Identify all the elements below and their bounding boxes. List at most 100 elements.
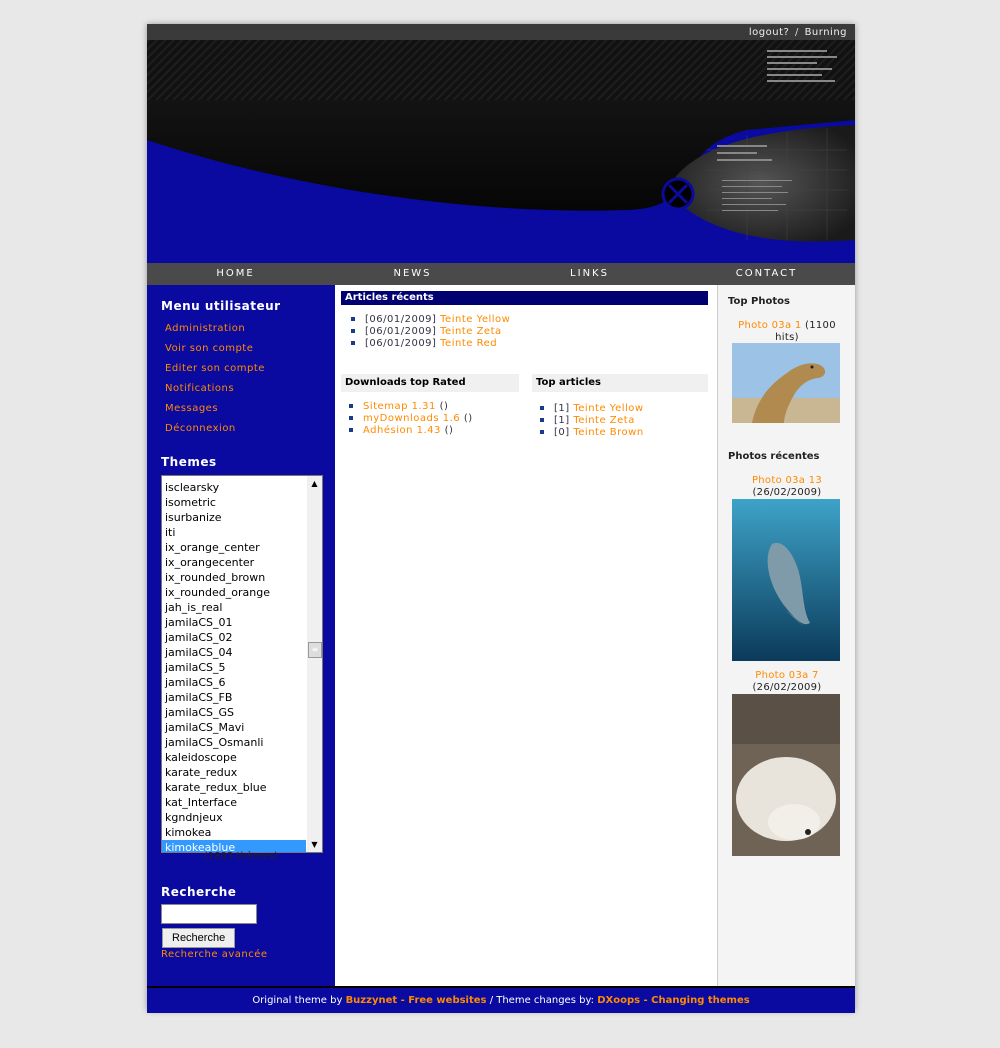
menu-administration[interactable]: Administration — [165, 323, 245, 334]
theme-option[interactable]: jamilaCS_01 — [162, 615, 306, 630]
recent-photo-caption: Photo 03a 7 (26/02/2009) — [726, 670, 848, 694]
article-date: [06/01/2009] — [365, 314, 437, 325]
footer-text-2: / Theme changes by: — [489, 995, 595, 1006]
photo-link[interactable]: Photo 03a 13 — [752, 475, 822, 486]
article-date: [06/01/2009] — [365, 326, 437, 337]
list-item: [06/01/2009] Teinte Red — [351, 338, 510, 350]
menu-logout[interactable]: Déconnexion — [165, 423, 236, 434]
menu-edit-account[interactable]: Editer son compte — [165, 363, 265, 374]
theme-option[interactable]: jamilaCS_02 — [162, 630, 306, 645]
menu-notifications[interactable]: Notifications — [165, 383, 234, 394]
advanced-search-link[interactable]: Recherche avancée — [161, 949, 268, 960]
list-item: [06/01/2009] Teinte Zeta — [351, 326, 510, 338]
scroll-up-arrow-icon[interactable]: ▲ — [307, 476, 322, 491]
download-link[interactable]: myDownloads 1.6 — [363, 413, 460, 424]
theme-option[interactable]: ix_rounded_orange — [162, 585, 306, 600]
download-link[interactable]: Sitemap 1.31 — [363, 401, 436, 412]
main-content: Articles récents [06/01/2009] Teinte Yel… — [335, 285, 718, 986]
theme-option[interactable]: kgndnjeux — [162, 810, 306, 825]
list-item: myDownloads 1.6 () — [349, 413, 473, 425]
user-menu: Administration Voir son compte Editer so… — [165, 321, 335, 434]
search-input[interactable] — [161, 904, 257, 924]
theme-option[interactable]: jamilaCS_6 — [162, 675, 306, 690]
article-link[interactable]: Teinte Yellow — [573, 403, 643, 414]
list-item: [0] Teinte Brown — [540, 427, 644, 439]
list-item: Adhésion 1.43 () — [349, 425, 473, 437]
article-link[interactable]: Teinte Brown — [573, 427, 643, 438]
camel-photo[interactable] — [732, 343, 840, 423]
downloads-top-list: Sitemap 1.31 () myDownloads 1.6 () Adhés… — [349, 401, 473, 437]
photo-meta: (26/02/2009) — [752, 682, 822, 693]
theme-option[interactable]: jamilaCS_Mavi — [162, 720, 306, 735]
theme-option[interactable]: jamilaCS_FB — [162, 690, 306, 705]
themes-list: isclearsky isometric isurbanize iti ix_o… — [162, 476, 306, 852]
recent-photo-caption: Photo 03a 13 (26/02/2009) — [726, 475, 848, 499]
footer: Original theme by Buzzynet - Free websit… — [147, 986, 855, 1013]
buzzynet-link[interactable]: Buzzynet - Free websites — [346, 995, 487, 1006]
header-banner — [147, 40, 855, 263]
nav-news[interactable]: NEWS — [324, 263, 501, 285]
photo-link[interactable]: Photo 03a 7 — [755, 670, 818, 681]
recent-articles-title: Articles récents — [341, 291, 708, 305]
scroll-thumb[interactable]: ≡ — [308, 642, 322, 658]
logout-link[interactable]: logout? — [749, 27, 789, 38]
theme-option[interactable]: isometric — [162, 495, 306, 510]
themes-scrollbar[interactable]: ▲ ≡ ▼ — [307, 476, 322, 852]
download-extra: () — [444, 425, 454, 436]
nav-links[interactable]: LINKS — [501, 263, 678, 285]
topbar-separator: / — [795, 27, 799, 38]
dolphin-photo[interactable] — [732, 499, 840, 661]
top-bar: logout? / Burning — [147, 24, 855, 40]
dxoops-link[interactable]: DXoops - Changing themes — [597, 995, 749, 1006]
article-link[interactable]: Teinte Zeta — [573, 415, 634, 426]
photo-link[interactable]: Photo 03a 1 — [738, 320, 801, 331]
menu-view-account[interactable]: Voir son compte — [165, 343, 253, 354]
page-container: logout? / Burning HOME NEWS LINKS CONTAC… — [147, 24, 855, 1013]
search-button[interactable]: Recherche — [162, 928, 236, 948]
list-item: Sitemap 1.31 () — [349, 401, 473, 413]
theme-option[interactable]: jamilaCS_5 — [162, 660, 306, 675]
footer-text-1: Original theme by — [252, 995, 343, 1006]
nav-contact[interactable]: CONTACT — [678, 263, 855, 285]
article-count: [1] — [554, 403, 570, 414]
top-articles-list: [1] Teinte Yellow [1] Teinte Zeta [0] Te… — [540, 403, 644, 439]
theme-option[interactable]: karate_redux_blue — [162, 780, 306, 795]
right-sidebar: Top Photos Photo 03a 1 (1100 hits) Photo… — [718, 285, 855, 986]
themes-title: Themes — [161, 455, 217, 469]
username-link[interactable]: Burning — [805, 27, 847, 38]
theme-option[interactable]: ix_orange_center — [162, 540, 306, 555]
article-link[interactable]: Teinte Red — [440, 338, 497, 349]
download-link[interactable]: Adhésion 1.43 — [363, 425, 441, 436]
theme-option[interactable]: kimokea — [162, 825, 306, 840]
article-link[interactable]: Teinte Zeta — [440, 326, 501, 337]
theme-option[interactable]: isclearsky — [162, 480, 306, 495]
theme-option[interactable]: ix_orangecenter — [162, 555, 306, 570]
themes-count: (1893 thèmes) — [204, 851, 278, 862]
article-link[interactable]: Teinte Yellow — [440, 314, 510, 325]
theme-option[interactable]: karate_redux — [162, 765, 306, 780]
theme-option[interactable]: ix_rounded_brown — [162, 570, 306, 585]
download-extra: () — [439, 401, 449, 412]
article-count: [1] — [554, 415, 570, 426]
theme-option[interactable]: isurbanize — [162, 510, 306, 525]
article-count: [0] — [554, 427, 570, 438]
main-nav: HOME NEWS LINKS CONTACT — [147, 263, 855, 285]
polar-bear-photo[interactable] — [732, 694, 840, 856]
theme-option[interactable]: jamilaCS_04 — [162, 645, 306, 660]
nav-home[interactable]: HOME — [147, 263, 324, 285]
top-photo-caption: Photo 03a 1 (1100 hits) — [726, 320, 848, 344]
download-extra: () — [463, 413, 473, 424]
theme-option[interactable]: jah_is_real — [162, 600, 306, 615]
scroll-down-arrow-icon[interactable]: ▼ — [307, 837, 322, 852]
top-articles-title: Top articles — [532, 374, 708, 392]
user-menu-title: Menu utilisateur — [161, 299, 281, 313]
menu-messages[interactable]: Messages — [165, 403, 218, 414]
theme-option[interactable]: iti — [162, 525, 306, 540]
theme-option[interactable]: kaleidoscope — [162, 750, 306, 765]
downloads-top-title: Downloads top Rated — [341, 374, 519, 392]
search-title: Recherche — [161, 885, 237, 899]
themes-listbox[interactable]: isclearsky isometric isurbanize iti ix_o… — [161, 475, 323, 853]
theme-option[interactable]: jamilaCS_GS — [162, 705, 306, 720]
theme-option[interactable]: jamilaCS_Osmanli — [162, 735, 306, 750]
theme-option[interactable]: kat_Interface — [162, 795, 306, 810]
